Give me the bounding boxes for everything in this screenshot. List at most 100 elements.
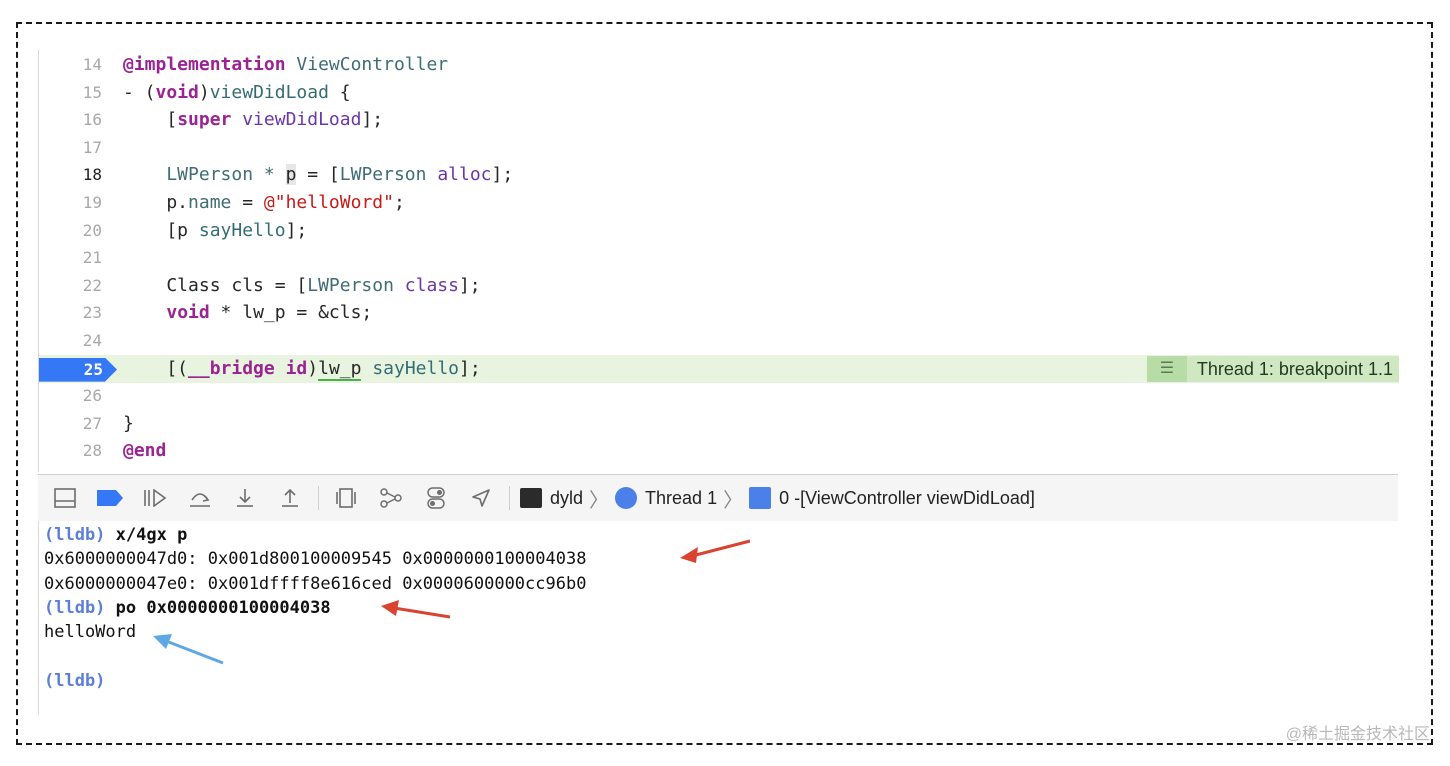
code-text[interactable]: [(__bridge id)lw_p sayHello]; [123,355,481,383]
code-line[interactable]: 26 [39,382,1399,410]
chevron-right-icon: 〉 [589,489,610,512]
code-line[interactable]: 14 @implementation ViewController [39,51,1399,79]
terminal-icon [520,488,542,508]
code-token: ) [198,81,210,103]
console-line: (lldb) [44,669,105,693]
breadcrumb-thread[interactable]: Thread 1 [645,488,717,509]
line-number[interactable]: 21 [39,244,102,272]
line-number[interactable]: 24 [39,327,102,355]
console-line: (lldb) x/4gx p [44,523,187,547]
code-token: * lw_p = &cls; [209,302,373,324]
thread-icon [615,487,638,509]
console-command: po 0x0000000100004038 [105,597,331,618]
code-token: ]; [491,164,514,186]
debug-breadcrumb: dyld 〉 Thread 1 〉 0 -[ViewController vie… [520,484,1035,513]
step-into-icon[interactable] [227,483,263,513]
code-token: super [177,109,232,131]
code-text[interactable]: [p sayHello]; [123,217,307,245]
code-text[interactable]: @implementation ViewController [123,51,448,79]
code-line[interactable]: 25 [(__bridge id)lw_p sayHello]; ☰ Thread … [39,354,1399,383]
code-token: void [155,81,199,103]
code-token: Class cls = [ [123,274,308,296]
code-text[interactable]: } [123,410,134,438]
line-number[interactable]: 23 [39,299,102,327]
code-line[interactable]: 16 [super viewDidLoad]; [39,106,1399,134]
line-number[interactable]: 28 [39,437,102,465]
console-output: 0x6000000047d0: 0x001d800100009545 0x000… [44,549,587,570]
code-text[interactable]: [super viewDidLoad]; [123,106,383,134]
line-number[interactable]: 16 [39,106,102,134]
console-command: x/4gx p [105,525,188,545]
code-line[interactable]: 24 [39,327,1399,355]
thread-breakpoint-badge[interactable]: ☰ Thread 1: breakpoint 1.1 [1146,355,1399,382]
line-number[interactable]: 27 [39,410,102,438]
line-number[interactable]: 19 [39,189,102,217]
simulate-location-icon[interactable] [463,483,499,513]
code-token: alloc [437,164,492,186]
code-token: ViewController [296,54,449,75]
hamburger-icon: ☰ [1146,355,1187,382]
code-text[interactable]: p.name = @"helloWord"; [123,189,405,217]
code-line[interactable]: 15 - (void)viewDidLoad { [39,79,1399,107]
code-token: = [ [296,164,340,186]
step-out-icon[interactable] [272,483,308,513]
code-line[interactable]: 17 [39,134,1399,162]
console-output: helloWord [44,622,137,643]
code-token: - ( [123,81,156,103]
console-output: 0x6000000047e0: 0x001dffff8e616ced 0x000… [44,573,587,594]
lldb-console[interactable]: (lldb) x/4gx p 0x6000000047d0: 0x001d8001… [38,521,1399,715]
code-token: = [231,192,264,213]
code-token: { [328,81,351,103]
code-text[interactable]: - (void)viewDidLoad { [123,79,351,107]
code-token: [( [123,357,189,379]
hide-debug-area-icon[interactable] [47,483,83,513]
stack-frame-icon [749,487,772,509]
code-token: ]; [458,274,481,296]
code-token: ; [393,192,405,213]
code-line[interactable]: 23 void * lw_p = &cls; [39,299,1399,327]
line-number[interactable]: 18 [39,161,102,189]
code-line[interactable]: 19 p.name = @"helloWord"; [39,189,1399,217]
continue-icon[interactable] [137,483,173,513]
breadcrumb-frame[interactable]: 0 -[ViewController viewDidLoad] [779,488,1035,509]
environment-overrides-icon[interactable] [418,483,454,513]
line-number[interactable]: 26 [39,382,102,410]
breadcrumb-process[interactable]: dyld [550,488,583,509]
code-token: ]; [361,109,384,131]
line-number[interactable]: 15 [39,79,102,107]
code-line[interactable]: 20 [p sayHello]; [39,217,1399,245]
code-token: __bridge [188,357,275,379]
step-over-icon[interactable] [182,483,218,513]
lldb-prompt: (lldb) [44,525,106,545]
memory-graph-icon[interactable] [373,483,409,513]
thread-badge-label: Thread 1: breakpoint 1.1 [1196,358,1393,379]
lldb-prompt: (lldb) [44,670,106,691]
code-text[interactable]: void * lw_p = &cls; [123,299,372,327]
line-number[interactable]: 14 [39,51,102,79]
code-text[interactable]: @end [123,437,166,465]
code-line[interactable]: 28 @end [39,437,1399,465]
code-text[interactable]: LWPerson * p = [LWPerson alloc]; [123,161,513,189]
code-token: viewDidLoad [242,109,362,131]
code-token: @end [123,440,167,462]
code-token: [ [123,109,178,131]
code-line[interactable]: 22 Class cls = [LWPerson class]; [39,272,1399,300]
breakpoint-icon[interactable] [92,483,128,513]
breakpoint-marker[interactable]: 25 [39,357,117,382]
code-editor[interactable]: 14 @implementation ViewController 15- (voi… [38,50,1399,472]
code-line[interactable]: 27} [39,410,1399,438]
view-hierarchy-icon[interactable] [328,483,364,513]
code-line[interactable]: 18 LWPerson * p = [LWPerson alloc]; [39,161,1399,189]
code-line[interactable]: 21 [39,244,1399,272]
line-number[interactable]: 20 [39,217,102,245]
debug-toolbar: dyld 〉 Thread 1 〉 0 -[ViewController vie… [38,474,1398,522]
line-number[interactable]: 17 [39,134,102,162]
line-number[interactable]: 22 [39,272,102,300]
code-text[interactable]: Class cls = [LWPerson class]; [123,272,481,300]
